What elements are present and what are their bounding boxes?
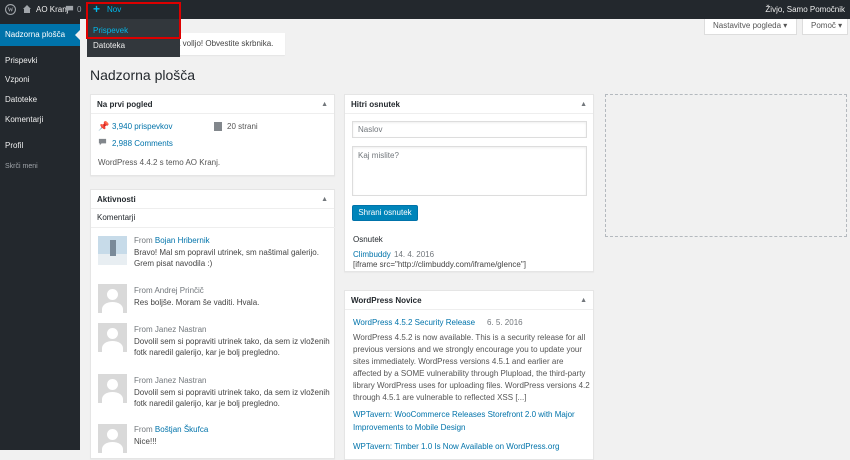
comment-meta: From Andrej Prinčič — [134, 286, 204, 295]
draft-content-textarea[interactable]: Kaj mislite? — [352, 146, 587, 196]
widget-title[interactable]: WordPress Novice ▲ — [345, 291, 593, 310]
comment-meta: From Bojan Hribernik — [134, 236, 210, 245]
screen-options-label: Nastavitve pogleda — [713, 21, 782, 30]
site-name[interactable]: AO Kranj — [36, 0, 68, 19]
collapse-menu-button[interactable]: Skrči meni — [0, 156, 80, 178]
divider — [91, 227, 335, 228]
news-excerpt-line: through 4.5.1 are vulnerable to reflecte… — [353, 393, 527, 402]
sidebar-item-dashboard[interactable]: Nadzorna plošča — [0, 24, 80, 46]
comment-text: Dovolil sem si popraviti utrinek tako, d… — [134, 337, 330, 357]
help-button[interactable]: Pomoč ▾ — [802, 19, 848, 35]
avatar — [98, 236, 127, 265]
page-icon — [214, 122, 222, 131]
draft-title-link[interactable]: Climbuddy — [353, 250, 391, 259]
comments-count-link[interactable]: 2,988 Comments — [112, 139, 173, 148]
admin-bar: W AO Kranj 0 + Nov Živjo, Samo Pomočnik — [0, 0, 850, 19]
screen-options-button[interactable]: Nastavitve pogleda ▾ — [704, 19, 797, 35]
comment-icon — [98, 138, 107, 149]
widget-title[interactable]: Hitri osnutek ▲ — [345, 95, 593, 114]
collapse-icon[interactable]: ▲ — [321, 95, 328, 114]
drafts-heading: Osnutek — [353, 235, 383, 244]
avatar — [98, 374, 127, 403]
new-content-menu: Prispevek Datoteka — [87, 19, 180, 57]
current-arrow — [75, 30, 80, 40]
comments-count[interactable]: 0 — [77, 0, 81, 19]
save-draft-button[interactable]: Shrani osnutek — [352, 205, 418, 221]
collapse-icon[interactable]: ▲ — [321, 190, 328, 209]
page-title: Nadzorna plošča — [90, 67, 196, 83]
admin-sidebar: Nadzorna plošča Prispevki Vzponi Datotek… — [0, 19, 80, 450]
collapse-icon[interactable]: ▲ — [580, 95, 587, 114]
comment-text: Res boljše. Moram še vaditi. Hvala. — [134, 298, 260, 307]
widget-title-text: WordPress Novice — [351, 296, 422, 305]
avatar — [98, 284, 127, 313]
draft-title-input[interactable]: Naslov — [352, 121, 587, 138]
comment-from: From — [134, 236, 153, 245]
widget-title-text: Hitri osnutek — [351, 100, 400, 109]
posts-count-link[interactable]: 3,940 prispevkov — [112, 122, 172, 131]
sidebar-item-label: Nadzorna plošča — [5, 30, 66, 39]
comment-meta: From Boštjan Škufca — [134, 425, 208, 434]
wordpress-icon[interactable]: W — [5, 0, 19, 19]
draft-excerpt: [iframe src="http://climbuddy.com/iframe… — [353, 260, 526, 269]
avatar — [98, 323, 127, 352]
news-item-link[interactable]: WordPress 4.5.2 Security Release — [353, 318, 475, 327]
home-icon[interactable] — [22, 0, 32, 19]
sidebar-item-media[interactable]: Datoteke — [0, 89, 80, 111]
pages-count[interactable]: 20 strani — [227, 122, 258, 131]
news-excerpt-line: previous versions and we strongly encour… — [353, 345, 583, 354]
widget-title[interactable]: Na prvi pogled ▲ — [91, 95, 334, 114]
news-item-date: 6. 5. 2016 — [487, 318, 523, 327]
sidebar-item-climbs[interactable]: Vzponi — [0, 69, 80, 91]
news-item-link[interactable]: WPTavern: WooCommerce Releases Storefron… — [353, 410, 575, 419]
svg-text:W: W — [7, 8, 13, 14]
new-media-menu-item[interactable]: Datoteka — [87, 36, 180, 55]
draft-date: 14. 4. 2016 — [394, 250, 435, 259]
news-excerpt-line: affected by a SOME vulnerability through… — [353, 369, 586, 378]
help-label: Pomoč — [811, 21, 836, 30]
widget-title-text: Aktivnosti — [97, 195, 136, 204]
news-excerpt-line: WordPress 4.5.2 is now available. This i… — [353, 333, 586, 342]
empty-widget-dropzone — [605, 94, 847, 237]
widget-title[interactable]: Aktivnosti ▲ — [91, 190, 334, 209]
comment-text: Nice!!! — [134, 437, 157, 446]
sidebar-item-comments[interactable]: Komentarji — [0, 109, 80, 131]
version-text: WordPress 4.4.2 s temo AO Kranj. — [98, 158, 221, 167]
sidebar-item-profile[interactable]: Profil — [0, 135, 80, 157]
news-excerpt-line: sites immediately. WordPress versions 4.… — [353, 357, 564, 366]
widget-title-text: Na prvi pogled — [97, 100, 153, 109]
plus-icon[interactable]: + — [93, 0, 100, 19]
pin-icon: 📌 — [98, 121, 110, 131]
comment-text: Bravo! Mal sm popravil utrinek, sm našti… — [134, 248, 319, 268]
activity-subtitle: Komentarji — [97, 213, 136, 222]
admin-notice: a volljo! Obvestite skrbnika. — [170, 33, 285, 55]
news-item-link-continued[interactable]: Improvements to Mobile Design — [353, 423, 466, 432]
comment-author-link[interactable]: Bojan Hribernik — [155, 236, 210, 245]
comments-icon[interactable] — [65, 0, 74, 19]
comment-meta: From Janez Nastran — [134, 376, 207, 385]
new-content-button[interactable]: Nov — [107, 0, 121, 19]
comment-author-link[interactable]: Boštjan Škufca — [155, 425, 208, 434]
comment-meta: From Janez Nastran — [134, 325, 207, 334]
user-greeting[interactable]: Živjo, Samo Pomočnik — [765, 0, 845, 19]
avatar — [98, 424, 127, 453]
comment-text: Dovolil sem si popraviti utrinek tako, d… — [134, 388, 330, 408]
collapse-icon[interactable]: ▲ — [580, 291, 587, 310]
comment-from: From — [134, 425, 153, 434]
news-excerpt-line: library WordPress uses for uploading fil… — [353, 381, 590, 390]
